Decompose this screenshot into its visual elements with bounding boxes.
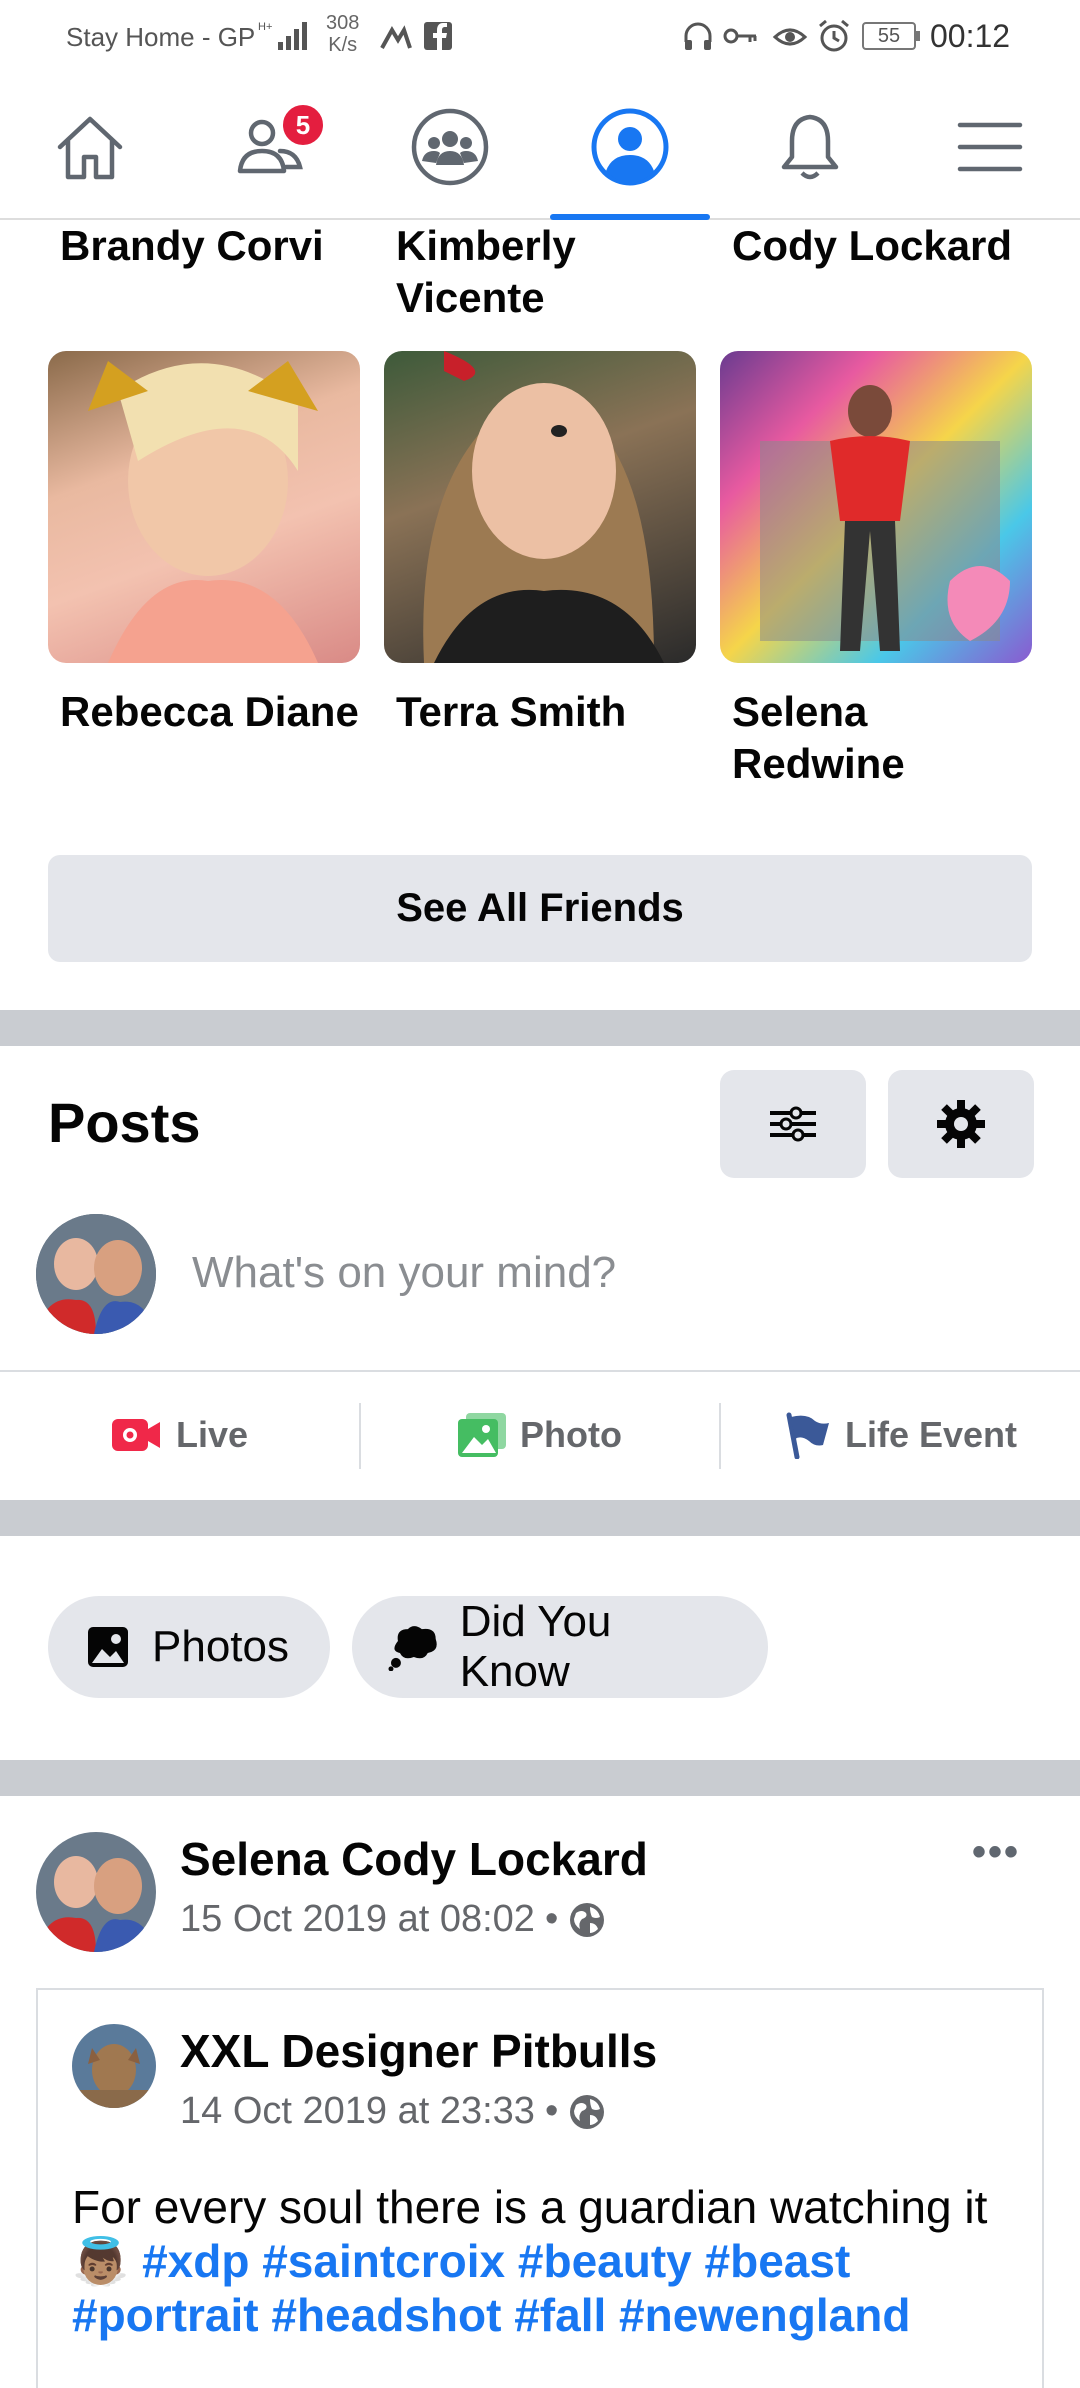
- gear-icon: [937, 1100, 985, 1148]
- hashtag-link[interactable]: #fall: [514, 2289, 606, 2341]
- meta-dot: •: [544, 2090, 559, 2132]
- post-meta: 15 Oct 2019 at 08:02 •: [180, 1898, 606, 1941]
- hashtag-link[interactable]: #portrait: [72, 2289, 259, 2341]
- friend-name[interactable]: Kimberly Vicente: [396, 220, 716, 324]
- post-settings-button[interactable]: [888, 1070, 1034, 1178]
- hashtag-link[interactable]: #beast: [705, 2235, 851, 2287]
- net-speed-value: 308: [326, 12, 360, 34]
- life-event-button[interactable]: Life Event: [720, 1380, 1080, 1490]
- section-divider: [0, 1010, 1080, 1046]
- live-button[interactable]: Live: [0, 1380, 360, 1490]
- hashtag-link[interactable]: #headshot: [271, 2289, 501, 2341]
- friend-name[interactable]: Brandy Corvi: [60, 220, 380, 272]
- nav-tab-profile[interactable]: [540, 76, 720, 220]
- profile-icon: [591, 108, 669, 186]
- photos-icon: [88, 1627, 128, 1667]
- net-speed-unit: K/s: [328, 34, 358, 56]
- friends-badge: 5: [280, 102, 326, 148]
- globe-icon: [570, 1902, 605, 1937]
- friend-name[interactable]: Cody Lockard: [732, 220, 1052, 272]
- speech-bubble-icon: [388, 1626, 437, 1671]
- alarm-icon: [819, 19, 849, 52]
- composer-input[interactable]: What's on your mind?: [192, 1248, 616, 1298]
- shared-author-name[interactable]: XXL Designer Pitbulls: [180, 2024, 657, 2078]
- shared-post-meta: 14 Oct 2019 at 23:33 •: [180, 2090, 606, 2133]
- eye-comfort-icon: [772, 28, 808, 46]
- did-you-know-chip[interactable]: Did You Know: [352, 1596, 768, 1698]
- bell-icon: [781, 114, 839, 180]
- live-label: Live: [175, 1414, 249, 1455]
- groups-icon: [411, 108, 489, 186]
- photo-icon: [458, 1413, 506, 1457]
- globe-icon: [570, 2094, 605, 2129]
- section-divider: [0, 1760, 1080, 1796]
- post-date[interactable]: 15 Oct 2019 at 08:02: [180, 1898, 535, 1941]
- friend-photo-selena[interactable]: [720, 351, 1032, 663]
- friend-name[interactable]: Selena Redwine: [732, 686, 1012, 790]
- hashtag-link[interactable]: #saintcroix: [262, 2235, 505, 2287]
- photo-label: Photo: [520, 1414, 622, 1455]
- avatar-image: [36, 1832, 156, 1952]
- svg-text:H+: H+: [258, 21, 272, 33]
- meta-dot: •: [544, 1898, 559, 1940]
- post-author-avatar[interactable]: [36, 1832, 156, 1952]
- friend-name[interactable]: Rebecca Diane: [60, 686, 380, 738]
- friend-photo-rebecca[interactable]: [48, 351, 360, 663]
- net-speed: 308 K/s: [326, 12, 359, 56]
- nav-tab-menu[interactable]: [900, 76, 1080, 218]
- post-text-body: For every soul there is a guardian watch…: [72, 2181, 988, 2233]
- photos-chip[interactable]: Photos: [48, 1596, 330, 1698]
- shared-post-date[interactable]: 14 Oct 2019 at 23:33: [180, 2090, 535, 2133]
- life-event-label: Life Event: [844, 1414, 1018, 1455]
- battery-indicator: 55: [862, 22, 920, 50]
- hashtag-link[interactable]: #newengland: [619, 2289, 910, 2341]
- friend-portrait-image: [760, 385, 1010, 651]
- hashtag-link[interactable]: #xdp: [142, 2235, 249, 2287]
- facebook-status-icon: [424, 22, 452, 50]
- status-bar: Stay Home - GP H+ 308 K/s 55 00:12: [0, 0, 1080, 76]
- status-clock: 00:12: [930, 18, 1011, 54]
- friend-portrait-image: [88, 361, 318, 663]
- post-options-button[interactable]: •••: [972, 1830, 1020, 1875]
- signal-icon: H+: [258, 21, 307, 50]
- nav-tab-groups[interactable]: [360, 76, 540, 218]
- shared-post-text: For every soul there is a guardian watch…: [72, 2180, 1032, 2342]
- nav-tab-notifications[interactable]: [720, 76, 900, 218]
- filter-posts-button[interactable]: [720, 1070, 866, 1178]
- hamburger-menu-icon: [957, 122, 1023, 172]
- nav-tab-home[interactable]: [0, 76, 180, 218]
- composer-divider: [0, 1370, 1080, 1372]
- posts-heading: Posts: [48, 1091, 201, 1154]
- flag-icon: [786, 1412, 829, 1459]
- photo-button[interactable]: Photo: [360, 1380, 720, 1490]
- did-you-know-chip-label: Did You Know: [459, 1597, 612, 1696]
- headphones-icon: [684, 22, 712, 50]
- vpn-key-icon: [723, 28, 757, 44]
- friend-portrait-image: [423, 351, 664, 663]
- carrier-label: Stay Home - GP: [66, 22, 256, 52]
- filter-sliders-icon: [770, 1106, 816, 1142]
- nav-tab-friends[interactable]: 5: [180, 76, 360, 218]
- home-icon: [57, 116, 123, 180]
- messenger-status-icon: [380, 25, 412, 49]
- friend-photo-terra[interactable]: [384, 351, 696, 663]
- photos-chip-label: Photos: [152, 1622, 289, 1671]
- see-all-friends-button[interactable]: See All Friends: [48, 855, 1032, 962]
- angel-emoji: 👼🏽: [72, 2235, 130, 2287]
- section-divider: [0, 1500, 1080, 1536]
- friend-name[interactable]: Terra Smith: [396, 686, 716, 738]
- post-author-name[interactable]: Selena Cody Lockard: [180, 1832, 648, 1886]
- avatar-image: [72, 2024, 156, 2108]
- shared-author-avatar[interactable]: [72, 2024, 156, 2108]
- top-nav-bar: 5: [0, 76, 1080, 220]
- avatar-image: [36, 1214, 156, 1334]
- live-video-icon: [111, 1419, 160, 1451]
- avatar[interactable]: [36, 1214, 156, 1334]
- hashtag-link[interactable]: #beauty: [518, 2235, 692, 2287]
